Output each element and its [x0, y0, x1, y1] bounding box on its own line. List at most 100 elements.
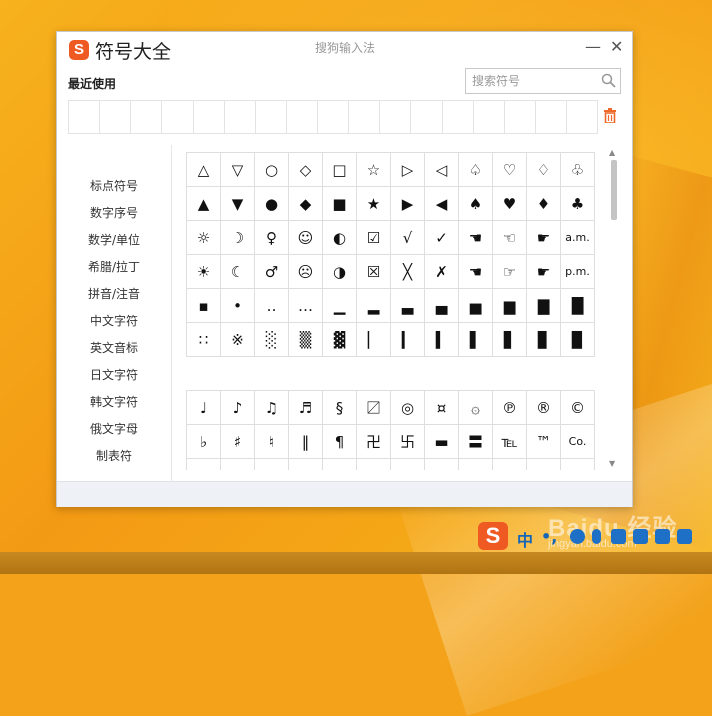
recent-cell[interactable]: [318, 101, 350, 133]
symbol-cell[interactable]: ℡: [492, 424, 527, 459]
symbol-cell[interactable]: ☹: [288, 254, 323, 289]
symbol-cell[interactable]: [526, 458, 561, 470]
symbol-cell[interactable]: ™: [526, 424, 561, 459]
symbol-cell[interactable]: ☒: [356, 254, 391, 289]
symbol-cell[interactable]: 卐: [390, 424, 425, 459]
symbol-cell[interactable]: [560, 458, 595, 470]
symbol-cell[interactable]: ●: [254, 186, 289, 221]
recent-cell[interactable]: [474, 101, 505, 133]
recent-cell[interactable]: [567, 101, 597, 133]
recent-cell[interactable]: [411, 101, 443, 133]
category-item-punctuation[interactable]: 标点符号: [61, 174, 167, 198]
symbol-cell[interactable]: [322, 458, 357, 470]
symbol-cell[interactable]: ╳: [390, 254, 425, 289]
symbol-cell[interactable]: ▂: [356, 288, 391, 323]
close-icon[interactable]: ✕: [610, 37, 623, 56]
symbol-cell[interactable]: ‥: [254, 288, 289, 323]
symbol-cell[interactable]: ※: [220, 322, 255, 357]
symbol-cell[interactable]: [220, 458, 255, 470]
keyboard-icon[interactable]: [611, 529, 626, 544]
symbol-cell[interactable]: ▎: [390, 322, 425, 357]
symbol-cell[interactable]: ♪: [220, 390, 255, 425]
symbol-cell[interactable]: ☆: [356, 152, 391, 187]
symbol-cell[interactable]: [424, 458, 459, 470]
symbol-cell[interactable]: ☾: [220, 254, 255, 289]
category-item-russian[interactable]: 俄文字母: [61, 417, 167, 441]
symbol-cell[interactable]: a.m.: [560, 220, 595, 255]
symbol-cell[interactable]: ◆: [288, 186, 323, 221]
symbol-cell[interactable]: ■: [322, 186, 357, 221]
scrollbar[interactable]: ▲ ▼: [608, 148, 620, 470]
symbol-cell[interactable]: ♤: [458, 152, 493, 187]
title-bar[interactable]: S 符号大全 搜狗输入法 — ✕: [57, 32, 632, 66]
toolbox-icon[interactable]: [655, 529, 670, 544]
language-toggle[interactable]: 中: [517, 527, 533, 551]
symbol-cell[interactable]: ▌: [458, 322, 493, 357]
minimize-icon[interactable]: —: [585, 37, 601, 56]
symbol-cell[interactable]: ☑: [356, 220, 391, 255]
symbol-cell[interactable]: ▁: [322, 288, 357, 323]
symbol-cell[interactable]: ♀: [254, 220, 289, 255]
symbol-cell[interactable]: ☜: [492, 220, 527, 255]
symbol-cell[interactable]: ♣: [560, 186, 595, 221]
symbol-cell[interactable]: ✗: [424, 254, 459, 289]
symbol-cell[interactable]: 卍: [356, 424, 391, 459]
symbol-cell[interactable]: ◎: [390, 390, 425, 425]
symbol-cell[interactable]: ♠: [458, 186, 493, 221]
symbol-cell[interactable]: ♭: [186, 424, 221, 459]
recent-cell[interactable]: [349, 101, 381, 133]
symbol-cell[interactable]: ◁: [424, 152, 459, 187]
recent-cell[interactable]: [225, 101, 256, 133]
symbol-cell[interactable]: ♬: [288, 390, 323, 425]
category-item-japanese[interactable]: 日文字符: [61, 363, 167, 387]
symbol-cell[interactable]: ♮: [254, 424, 289, 459]
symbol-cell[interactable]: ♦: [526, 186, 561, 221]
symbol-cell[interactable]: ☚: [458, 254, 493, 289]
symbol-cell[interactable]: ۞: [458, 390, 493, 425]
symbol-cell[interactable]: ℗: [492, 390, 527, 425]
symbol-cell[interactable]: ▋: [492, 322, 527, 357]
symbol-cell[interactable]: [458, 458, 493, 470]
trash-icon[interactable]: [603, 108, 617, 123]
symbol-cell[interactable]: ♡: [492, 152, 527, 187]
symbol-cell[interactable]: [390, 458, 425, 470]
symbol-cell[interactable]: ☛: [526, 254, 561, 289]
symbol-cell[interactable]: …: [288, 288, 323, 323]
symbol-cell[interactable]: ▬: [424, 424, 459, 459]
symbol-cell[interactable]: ☺: [288, 220, 323, 255]
symbol-cell[interactable]: △: [186, 152, 221, 187]
symbol-cell[interactable]: ♧: [560, 152, 595, 187]
symbol-cell[interactable]: ▃: [390, 288, 425, 323]
emoji-icon[interactable]: [570, 529, 585, 544]
symbol-cell[interactable]: 〼: [356, 390, 391, 425]
symbol-cell[interactable]: ▲: [186, 186, 221, 221]
symbol-cell[interactable]: ▄: [424, 288, 459, 323]
category-item-chinese-chars[interactable]: 中文字符: [61, 309, 167, 333]
symbol-cell[interactable]: ◇: [288, 152, 323, 187]
recent-cell[interactable]: [194, 101, 225, 133]
symbol-cell[interactable]: ◀: [424, 186, 459, 221]
skin-icon[interactable]: [633, 529, 648, 544]
symbol-cell[interactable]: ▊: [526, 322, 561, 357]
symbol-cell[interactable]: ▽: [220, 152, 255, 187]
ime-logo-icon[interactable]: S: [478, 522, 508, 550]
symbol-cell[interactable]: ♫: [254, 390, 289, 425]
symbol-cell[interactable]: ▪: [186, 288, 221, 323]
symbol-cell[interactable]: [288, 458, 323, 470]
symbol-cell[interactable]: ☛: [526, 220, 561, 255]
symbol-cell[interactable]: √: [390, 220, 425, 255]
symbol-cell[interactable]: █: [560, 288, 595, 323]
grid-icon[interactable]: [677, 529, 692, 544]
recent-cell[interactable]: [505, 101, 536, 133]
symbol-cell[interactable]: §: [322, 390, 357, 425]
symbol-cell[interactable]: ♥: [492, 186, 527, 221]
symbol-cell[interactable]: ☽: [220, 220, 255, 255]
search-input[interactable]: [472, 72, 592, 89]
symbol-cell[interactable]: ♂: [254, 254, 289, 289]
recent-cell[interactable]: [131, 101, 163, 133]
symbol-cell[interactable]: ◑: [322, 254, 357, 289]
recent-cell[interactable]: [100, 101, 132, 133]
punctuation-toggle[interactable]: •,: [541, 527, 557, 546]
microphone-icon[interactable]: [592, 529, 601, 544]
recent-cell[interactable]: [443, 101, 474, 133]
